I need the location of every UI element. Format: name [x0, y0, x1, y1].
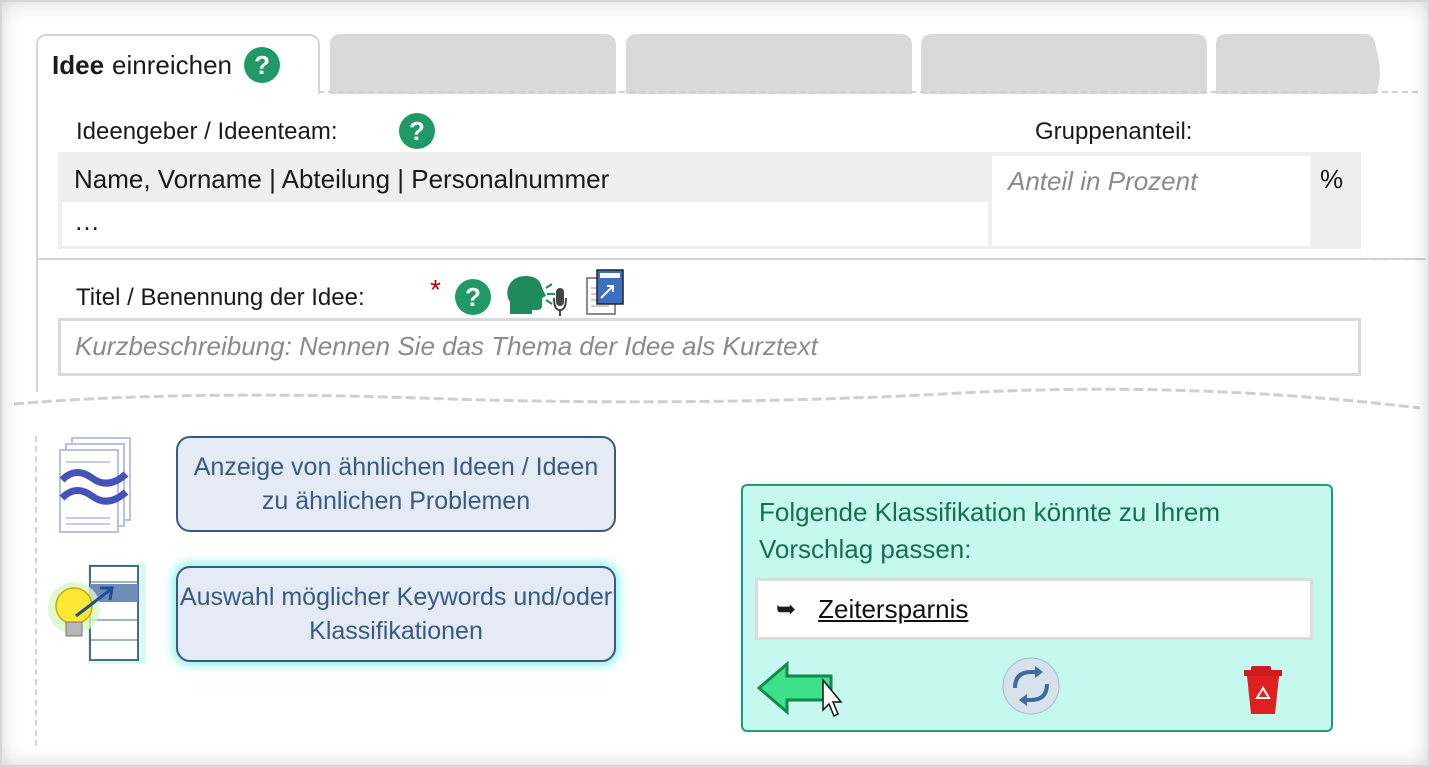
required-mark: *: [430, 274, 441, 305]
team-member-row[interactable]: Name, Vorname | Abteilung | Personalnumm…: [58, 152, 988, 202]
speaking-head-microphone-icon[interactable]: [506, 274, 570, 318]
percent-unit: %: [1320, 164, 1344, 194]
classification-suggestion[interactable]: ➥ Zeitersparnis: [755, 578, 1313, 640]
question-circle-icon[interactable]: ?: [399, 113, 435, 149]
section-divider: [36, 258, 1426, 260]
green-left-arrow-icon[interactable]: [757, 658, 847, 722]
tab-title-bold: Idee: [52, 49, 105, 80]
team-label: Ideengeber / Ideenteam:: [76, 118, 338, 145]
question-circle-icon[interactable]: ?: [244, 47, 281, 83]
tab-idee-einreichen[interactable]: Idee einreichen ?: [36, 34, 320, 94]
group-share-label: Gruppenanteil:: [1035, 118, 1193, 145]
tab-4[interactable]: [921, 34, 1207, 94]
title-document-icon[interactable]: [585, 268, 627, 318]
title-label: Titel / Benennung der Idee:: [76, 284, 365, 311]
share-percent-input[interactable]: Anteil in Prozent: [992, 156, 1310, 246]
tab-5[interactable]: [1216, 34, 1386, 94]
cut-line: [13, 387, 1421, 410]
lower-left-border: [35, 436, 37, 746]
lightbulb-list-icon: [48, 564, 146, 664]
team-more-row[interactable]: …: [62, 202, 988, 246]
panel-border: [36, 92, 38, 392]
keywords-button[interactable]: Auswahl möglicher Keywords und/oder Klas…: [176, 566, 616, 662]
recycle-bin-icon[interactable]: [1241, 664, 1287, 718]
tab-title-rest: einreichen: [112, 49, 233, 80]
tab-2[interactable]: [330, 34, 616, 94]
section-divider-dash: [1360, 258, 1420, 260]
refresh-icon[interactable]: [1001, 656, 1061, 716]
idea-title-input[interactable]: Kurzbeschreibung: Nennen Sie das Thema d…: [58, 318, 1361, 376]
classification-prompt: Folgende Klassifikation könnte zu Ihrem …: [759, 497, 1221, 564]
approx-document-stack-icon: [59, 437, 131, 533]
similar-ideas-button[interactable]: Anzeige von ähnlichen Ideen / Ideen zu ä…: [176, 436, 616, 532]
tab-baseline: [318, 91, 1418, 93]
arrow-icon: ➥: [776, 595, 797, 623]
classification-panel: Folgende Klassifikation könnte zu Ihrem …: [741, 484, 1333, 732]
classification-link[interactable]: Zeitersparnis: [818, 594, 968, 625]
tab-3[interactable]: [626, 34, 912, 94]
team-table: Name, Vorname | Abteilung | Personalnumm…: [58, 152, 1361, 249]
question-circle-icon[interactable]: ?: [455, 279, 491, 315]
